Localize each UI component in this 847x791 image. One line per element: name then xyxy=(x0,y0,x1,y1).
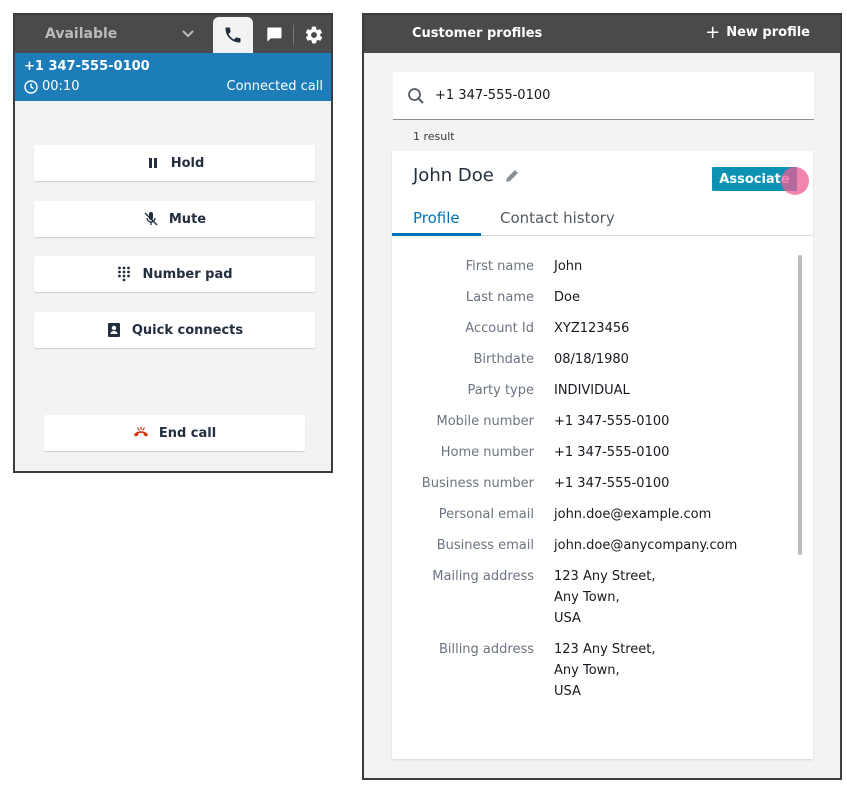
field-label: Account Id xyxy=(465,321,534,336)
edit-pencil-icon[interactable] xyxy=(504,168,520,184)
hold-button[interactable]: Hold xyxy=(34,145,315,181)
field-label: Mobile number xyxy=(436,414,534,429)
active-call-bar: +1 347-555-0100 00:10 Connected call xyxy=(15,53,331,101)
settings-tab[interactable] xyxy=(295,17,333,53)
search-box xyxy=(393,72,814,120)
field-label: Birthdate xyxy=(473,352,534,367)
tab-contact-history[interactable]: Contact history xyxy=(500,209,615,227)
tab-divider xyxy=(293,25,294,45)
scrollbar[interactable] xyxy=(798,255,802,555)
contact-control-panel: Available +1 347-555-0100 00:10 Connecte… xyxy=(13,13,333,473)
call-timer-value: 00:10 xyxy=(42,79,80,94)
field-value: john.doe@anycompany.com xyxy=(554,538,738,553)
clock-icon xyxy=(24,79,38,94)
field-value: XYZ123456 xyxy=(554,321,630,336)
call-phone-number: +1 347-555-0100 xyxy=(24,59,150,74)
field-value: Doe xyxy=(554,290,580,305)
field-label: Party type xyxy=(467,383,534,398)
hang-up-icon xyxy=(133,425,149,441)
result-count: 1 result xyxy=(413,130,455,143)
field-label: First name xyxy=(465,259,534,274)
panel-title: Customer profiles xyxy=(412,26,543,41)
field-label: Mailing address xyxy=(432,569,534,584)
field-label: Personal email xyxy=(438,507,534,522)
field-label: Last name xyxy=(465,290,534,305)
number-pad-label: Number pad xyxy=(142,266,233,282)
field-value: +1 347-555-0100 xyxy=(554,414,670,429)
microphone-off-icon xyxy=(143,211,159,227)
gear-icon xyxy=(305,26,323,44)
quick-connects-label: Quick connects xyxy=(131,322,244,338)
click-indicator xyxy=(781,167,809,195)
search-icon xyxy=(408,87,424,104)
end-call-button[interactable]: End call xyxy=(44,415,305,451)
field-label: Home number xyxy=(440,445,534,460)
active-tab-indicator xyxy=(392,233,481,236)
tab-profile[interactable]: Profile xyxy=(413,209,460,227)
ccp-top-bar: Available xyxy=(15,15,331,53)
agent-status-dropdown[interactable]: Available xyxy=(15,15,213,53)
field-label: Billing address xyxy=(438,642,534,657)
chevron-down-icon xyxy=(182,30,194,38)
mute-label: Mute xyxy=(168,211,207,227)
agent-status-label: Available xyxy=(45,26,118,42)
field-value: +1 347-555-0100 xyxy=(554,445,670,460)
mute-button[interactable]: Mute xyxy=(34,201,315,237)
field-value: +1 347-555-0100 xyxy=(554,476,670,491)
hold-label: Hold xyxy=(170,155,205,171)
call-state-label: Connected call xyxy=(226,79,323,94)
field-value: INDIVIDUAL xyxy=(554,383,630,398)
profile-card: John Doe Associate Profile Contact histo… xyxy=(392,151,813,759)
customer-profiles-panel: Customer profiles + New profile 1 result… xyxy=(362,13,842,780)
profile-name: John Doe xyxy=(413,165,494,186)
number-pad-button[interactable]: Number pad xyxy=(34,256,315,292)
field-value: 08/18/1980 xyxy=(554,352,629,367)
search-input[interactable] xyxy=(433,87,793,104)
new-profile-button[interactable]: + New profile xyxy=(705,21,810,43)
phone-tab[interactable] xyxy=(213,17,253,53)
profile-name-row: John Doe xyxy=(413,165,520,186)
contact-book-icon xyxy=(106,322,122,338)
field-label: Business email xyxy=(436,538,534,553)
quick-connects-button[interactable]: Quick connects xyxy=(34,312,315,348)
field-value: John xyxy=(554,259,583,274)
keypad-icon xyxy=(116,266,132,282)
profile-tabs: Profile Contact history xyxy=(392,203,813,236)
new-profile-label: New profile xyxy=(726,25,810,40)
field-label: Business number xyxy=(421,476,534,491)
field-value: 123 Any Street, Any Town, USA xyxy=(554,569,656,626)
field-value: 123 Any Street, Any Town, USA xyxy=(554,642,656,699)
customer-profiles-header: Customer profiles + New profile xyxy=(364,15,840,53)
plus-icon: + xyxy=(705,21,721,43)
pause-icon xyxy=(145,155,161,171)
end-call-label: End call xyxy=(158,425,217,441)
field-value: john.doe@example.com xyxy=(554,507,712,522)
chat-icon xyxy=(267,27,282,42)
call-timer: 00:10 xyxy=(24,79,79,94)
chat-tab[interactable] xyxy=(255,17,293,53)
phone-icon xyxy=(225,27,241,43)
